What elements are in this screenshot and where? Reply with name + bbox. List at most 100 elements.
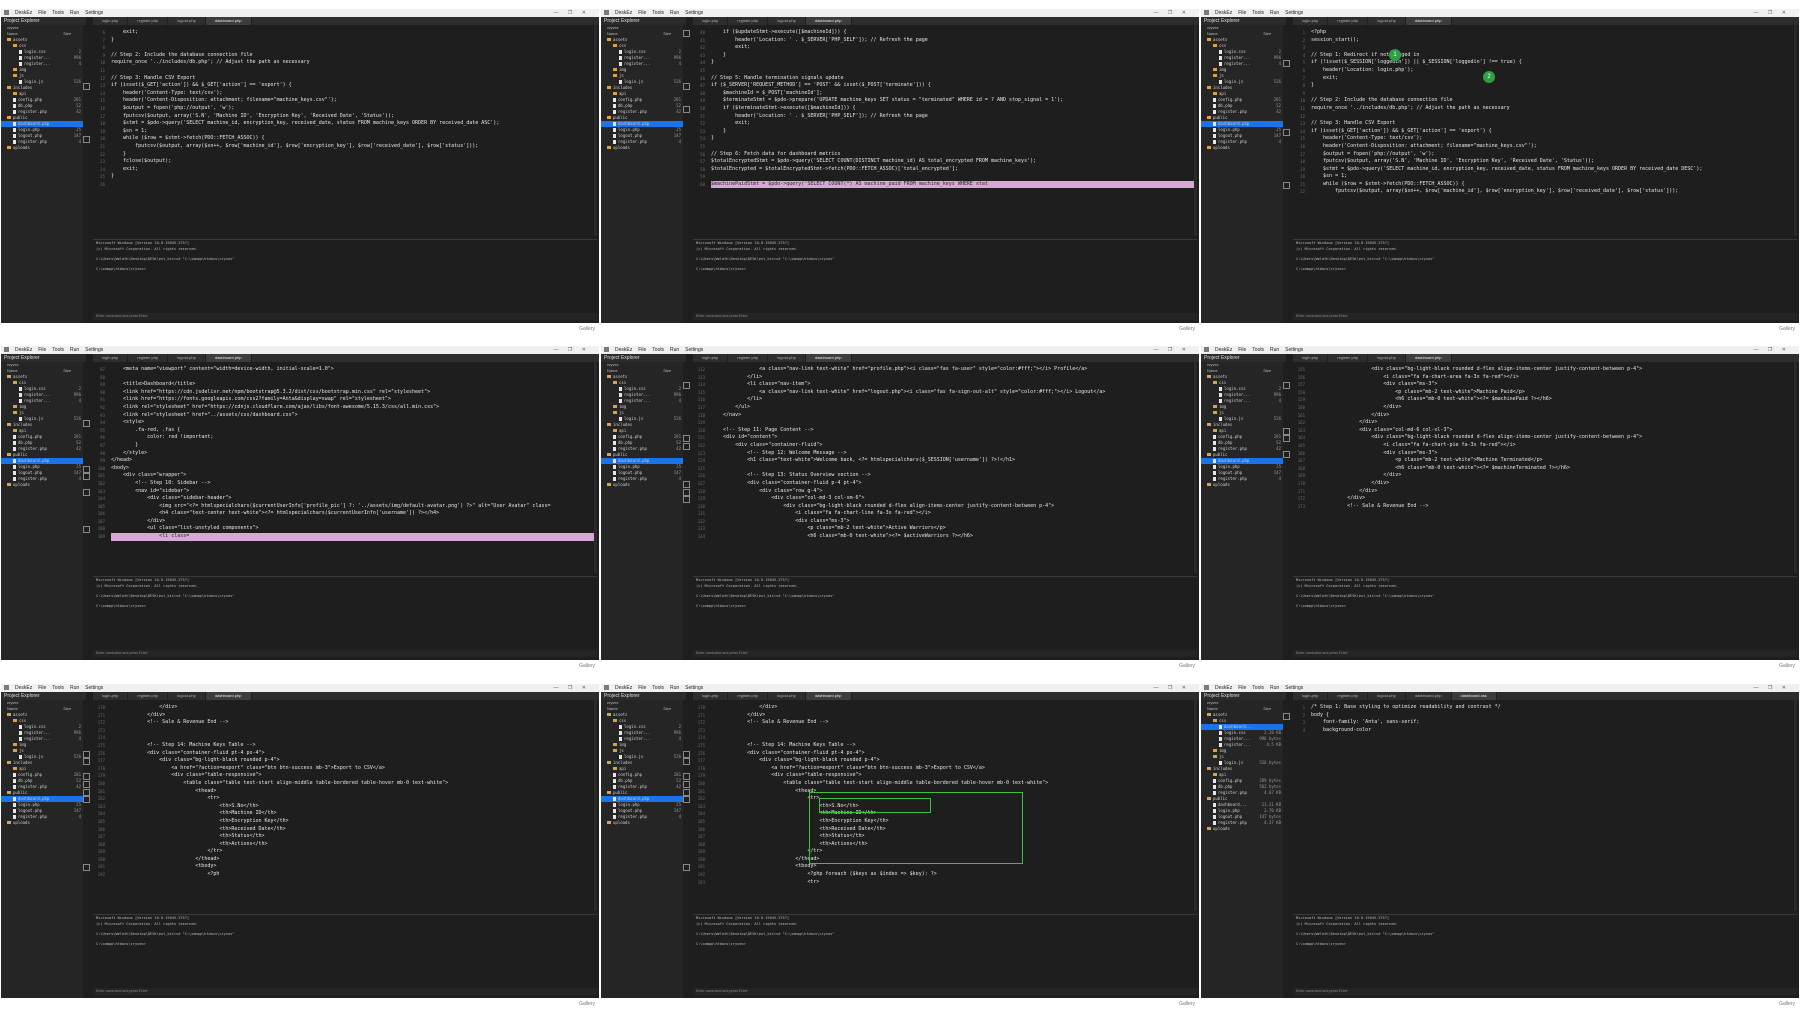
menu-tools[interactable]: Tools [652, 347, 664, 353]
menu-settings[interactable]: Settings [685, 10, 703, 16]
tree-folder[interactable]: uploads [601, 145, 683, 151]
menu-run[interactable]: Run [70, 10, 79, 16]
code-area[interactable]: </div> </div> <!-- Sale & Revenue End --… [111, 704, 597, 911]
window-controls[interactable]: — ❐ ✕ [1754, 9, 1790, 17]
tab-dashboard-php[interactable]: dashboard.php [805, 354, 852, 362]
tab-logout-php[interactable]: logout.php [1368, 17, 1406, 25]
code-editor[interactable]: 112 113 114 115 116 117 118 119 120 121 122 123 124 1… [683, 362, 1197, 573]
tab-login-php[interactable]: login.php [693, 17, 729, 25]
command-input[interactable]: Enter command and press Enter [93, 988, 597, 995]
fold-marker-icon[interactable] [83, 864, 90, 872]
fold-marker-icon[interactable] [83, 796, 90, 804]
fold-marker-icon[interactable] [683, 780, 690, 788]
tab-dashboard-php[interactable]: dashboard.php [1406, 692, 1452, 700]
menu-settings[interactable]: Settings [85, 10, 103, 16]
code-area[interactable]: <meta name="viewport" content="width=dev… [111, 366, 597, 573]
fold-marker-icon[interactable] [1283, 382, 1290, 390]
tab-login-php[interactable]: login.php [693, 692, 729, 700]
tab-logout-php[interactable]: logout.php [168, 354, 206, 362]
tab-logout-php[interactable]: logout.php [768, 17, 806, 25]
tab-register-php[interactable]: register.php [728, 354, 769, 362]
window-controls[interactable]: — ❐ ✕ [554, 9, 590, 17]
tab-login-php[interactable]: login.php [1293, 354, 1329, 362]
command-input[interactable]: Enter command and press Enter [93, 313, 597, 320]
tab-login-php[interactable]: login.php [1293, 692, 1329, 700]
menu-run[interactable]: Run [1270, 685, 1279, 691]
fold-marker-icon[interactable] [683, 864, 690, 872]
editor-scrollbar[interactable] [1194, 700, 1197, 911]
command-input[interactable]: Enter command and press Enter [693, 650, 1197, 657]
tab-dashboard-php[interactable]: dashboard.php [205, 17, 252, 25]
menu-run[interactable]: Run [670, 685, 679, 691]
tab-dashboard-php[interactable]: dashboard.php [805, 692, 852, 700]
menu-file[interactable]: File [1238, 685, 1246, 691]
menu-run[interactable]: Run [670, 10, 679, 16]
menu-settings[interactable]: Settings [85, 347, 103, 353]
tab-register-php[interactable]: register.php [128, 17, 169, 25]
code-editor[interactable]: 1 2 3 4 /* Step 1: Base styling to optimize … [1283, 700, 1797, 911]
menu-tools[interactable]: Tools [52, 347, 64, 353]
tab-login-php[interactable]: login.php [93, 692, 129, 700]
fold-marker-icon[interactable] [683, 773, 690, 781]
command-input[interactable]: Enter command and press Enter [693, 313, 1197, 320]
menu-tools[interactable]: Tools [1252, 685, 1264, 691]
tab-register-php[interactable]: register.php [1328, 354, 1369, 362]
editor-scrollbar[interactable] [1794, 700, 1797, 911]
code-editor[interactable]: 87 88 89 90 91 92 93 94 95 96 97 98 99 100 101 102 103 10… [83, 362, 597, 573]
fold-marker-icon[interactable] [83, 773, 90, 781]
command-input[interactable]: Enter command and press Enter [1293, 988, 1797, 995]
editor-scrollbar[interactable] [594, 362, 597, 573]
fold-marker-icon[interactable] [1283, 60, 1290, 68]
code-area[interactable]: <a class="nav-link text-white" href="pro… [711, 366, 1197, 573]
code-area[interactable]: if ($updateStmt->execute([$machineId])) … [711, 29, 1197, 236]
tab-dashboard-php[interactable]: dashboard.php [1405, 17, 1452, 25]
editor-scrollbar[interactable] [1794, 362, 1797, 573]
command-input[interactable]: Enter command and press Enter [1293, 650, 1797, 657]
window-controls[interactable]: — ❐ ✕ [1154, 9, 1190, 17]
window-controls[interactable]: — ❐ ✕ [1754, 346, 1790, 354]
tab-register-php[interactable]: register.php [128, 692, 169, 700]
code-editor[interactable]: 40 41 42 43 44 45 46 47 48 49 50 51 52 53 54 55 56 57 58 59… [683, 25, 1197, 236]
menu-file[interactable]: File [38, 347, 46, 353]
menu-settings[interactable]: Settings [685, 685, 703, 691]
tab-login-php[interactable]: login.php [93, 354, 129, 362]
code-area[interactable]: <div class="bg-light-black rounded d-fle… [1311, 366, 1797, 573]
editor-scrollbar[interactable] [1794, 25, 1797, 236]
fold-marker-icon[interactable] [683, 496, 690, 504]
tree-folder[interactable]: uploads [601, 820, 683, 826]
tab-register-php[interactable]: register.php [1328, 692, 1369, 700]
tab-logout-php[interactable]: logout.php [168, 17, 206, 25]
code-area[interactable]: /* Step 1: Base styling to optimize read… [1311, 704, 1797, 911]
tab-dashboard-php[interactable]: dashboard.php [205, 354, 252, 362]
menu-file[interactable]: File [1238, 10, 1246, 16]
tab-logout-php[interactable]: logout.php [768, 692, 806, 700]
fold-marker-icon[interactable] [83, 465, 90, 473]
menu-tools[interactable]: Tools [652, 10, 664, 16]
code-editor[interactable]: 6 7 8 9 10 11 12 13 14 15 16 17 18 19 20 21 22 23 24 25 26 e… [83, 25, 597, 236]
menu-settings[interactable]: Settings [1285, 10, 1303, 16]
tab-login-php[interactable]: login.php [1293, 17, 1329, 25]
fold-marker-icon[interactable] [683, 105, 690, 113]
tab-logout-php[interactable]: logout.php [168, 692, 206, 700]
editor-scrollbar[interactable] [594, 700, 597, 911]
editor-scrollbar[interactable] [594, 25, 597, 236]
window-controls[interactable]: — ❐ ✕ [554, 346, 590, 354]
fold-marker-icon[interactable] [683, 750, 690, 758]
command-input[interactable]: Enter command and press Enter [93, 650, 597, 657]
menu-file[interactable]: File [38, 685, 46, 691]
window-controls[interactable]: — ❐ ✕ [554, 684, 590, 692]
menu-run[interactable]: Run [70, 347, 79, 353]
tab-dashboard-css[interactable]: dashboard.css [1451, 692, 1497, 700]
menu-settings[interactable]: Settings [85, 685, 103, 691]
tree-folder[interactable]: uploads [601, 482, 683, 488]
tree-folder[interactable]: uploads [1, 482, 83, 488]
code-area[interactable]: <?php session_start(); // Step 1: Redirect… [1311, 29, 1797, 236]
fold-marker-icon[interactable] [683, 480, 690, 488]
fold-marker-icon[interactable] [83, 420, 90, 428]
fold-marker-icon[interactable] [683, 435, 690, 443]
tab-register-php[interactable]: register.php [728, 17, 769, 25]
tab-register-php[interactable]: register.php [1328, 17, 1369, 25]
tab-dashboard-php[interactable]: dashboard.php [805, 17, 852, 25]
fold-marker-icon[interactable] [683, 796, 690, 804]
command-input[interactable]: Enter command and press Enter [693, 988, 1197, 995]
